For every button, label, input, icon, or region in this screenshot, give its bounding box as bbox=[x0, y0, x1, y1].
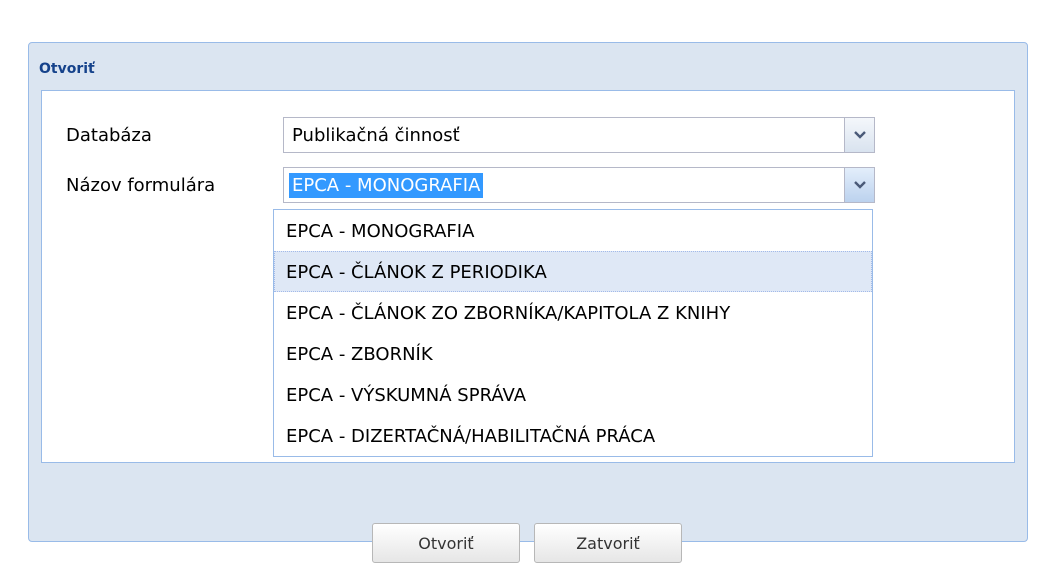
dropdown-option-vyskumna-sprava[interactable]: EPCA - VÝSKUMNÁ SPRÁVA bbox=[274, 374, 872, 415]
database-combo-trigger[interactable] bbox=[844, 118, 874, 152]
form-name-value[interactable]: EPCA - MONOGRAFIA bbox=[289, 173, 484, 198]
database-label: Databáza bbox=[66, 125, 152, 146]
form-name-combo-trigger[interactable] bbox=[844, 168, 874, 202]
form-name-dropdown-list: EPCA - MONOGRAFIA EPCA - ČLÁNOK Z PERIOD… bbox=[273, 209, 873, 457]
database-value: Publikačná činnosť bbox=[292, 125, 460, 146]
dropdown-option-clanok-zo-zbornika[interactable]: EPCA - ČLÁNOK ZO ZBORNÍKA/KAPITOLA Z KNI… bbox=[274, 292, 872, 333]
form-name-combo[interactable]: EPCA - MONOGRAFIA bbox=[283, 167, 875, 203]
dropdown-option-clanok-z-periodika[interactable]: EPCA - ČLÁNOK Z PERIODIKA bbox=[274, 251, 872, 292]
dropdown-option-zbornik[interactable]: EPCA - ZBORNÍK bbox=[274, 333, 872, 374]
dropdown-option-dizertacna-praca[interactable]: EPCA - DIZERTAČNÁ/HABILITAČNÁ PRÁCA bbox=[274, 415, 872, 456]
dialog-title: Otvoriť bbox=[39, 61, 95, 77]
database-combo[interactable]: Publikačná činnosť bbox=[283, 117, 875, 153]
chevron-down-icon bbox=[853, 131, 866, 139]
form-name-label: Názov formulára bbox=[66, 175, 216, 196]
dropdown-option-monografia[interactable]: EPCA - MONOGRAFIA bbox=[274, 210, 872, 251]
chevron-down-icon bbox=[853, 181, 866, 189]
close-button[interactable]: Zatvoriť bbox=[534, 523, 682, 563]
open-button[interactable]: Otvoriť bbox=[372, 523, 520, 563]
